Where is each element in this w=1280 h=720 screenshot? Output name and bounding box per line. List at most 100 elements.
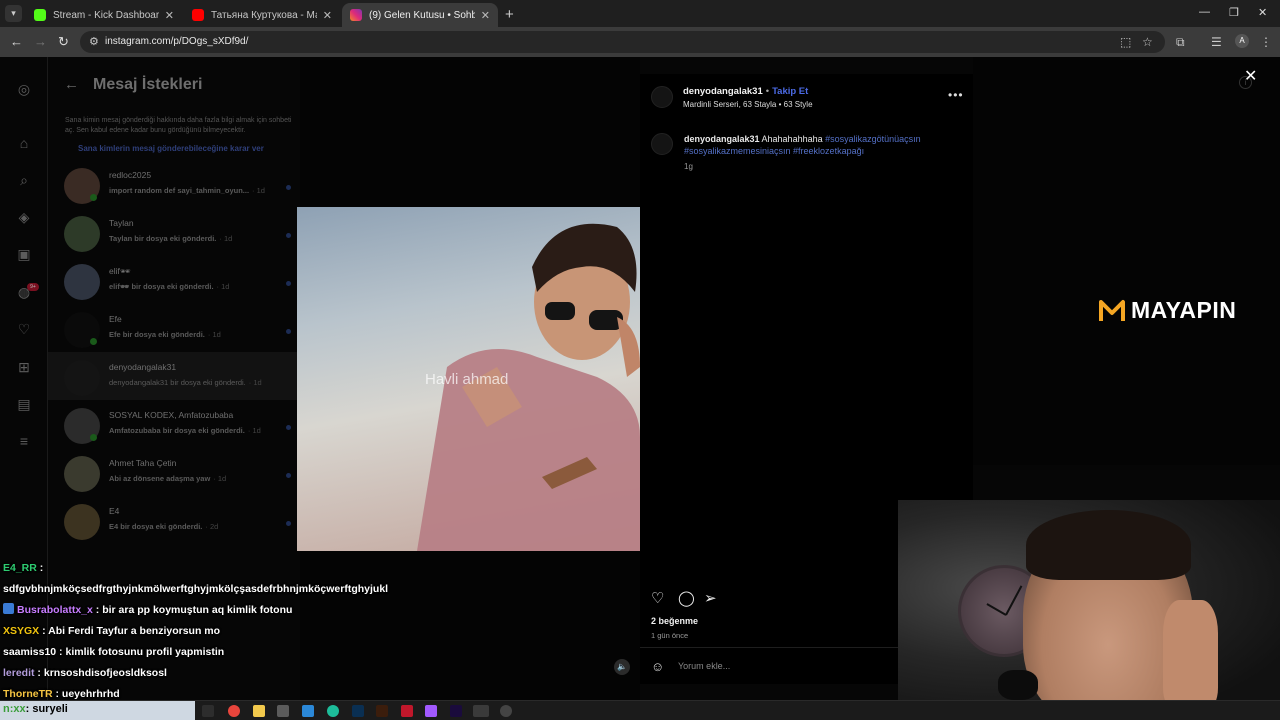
chat-username: Busrabolattx_x xyxy=(17,604,93,616)
chat-message: sdfgvbhnjmköçsedfrgthyjnkmölwerftghyjmkö… xyxy=(3,579,463,600)
request-time: · 1d xyxy=(252,186,265,195)
chat-message: leredit : krnsoshdisofjeosldksosl xyxy=(3,667,167,679)
webcam-overlay xyxy=(898,500,1280,720)
restore-icon[interactable]: ❐ xyxy=(1229,6,1239,19)
search-icon[interactable]: ⌕ xyxy=(16,172,32,189)
address-bar[interactable]: ⚙ instagram.com/p/DOgs_sXDf9d/ xyxy=(80,31,1165,53)
chat-username: saamiss10 xyxy=(3,646,57,658)
explore-icon[interactable]: ◈ xyxy=(16,209,32,226)
modal-backdrop-right[interactable] xyxy=(973,57,1280,465)
forward-icon[interactable]: → xyxy=(34,34,47,49)
photo-watermark: Havli ahmad xyxy=(425,371,509,388)
comment-icon[interactable]: ◯ xyxy=(678,589,695,607)
clock-hand xyxy=(1005,585,1023,616)
illustrator-icon[interactable] xyxy=(376,705,388,717)
like-count[interactable]: 2 beğenme xyxy=(651,616,698,626)
back-icon[interactable]: ← xyxy=(10,34,23,49)
heart-icon[interactable]: ♡ xyxy=(651,589,664,607)
minimize-icon[interactable]: — xyxy=(1199,6,1210,18)
caption-text: Ahahahahhaha xyxy=(759,134,826,144)
post-username[interactable]: denyodangalak31 xyxy=(683,86,763,97)
post-header: denyodangalak31 • Takip Et xyxy=(683,86,808,97)
install-app-icon[interactable]: ⬚ xyxy=(1120,35,1131,49)
profile-avatar[interactable]: A xyxy=(1235,34,1249,48)
request-name: redloc2025 xyxy=(109,170,152,180)
caption-username[interactable]: denyodangalak31 xyxy=(684,134,760,144)
follow-button[interactable]: Takip Et xyxy=(772,86,808,97)
back-arrow-icon[interactable]: ← xyxy=(64,76,79,93)
avatar xyxy=(64,504,100,540)
unread-dot xyxy=(286,185,291,190)
request-item[interactable]: redloc2025 import random def sayi_tahmin… xyxy=(48,160,300,208)
heart-icon[interactable]: ♡ xyxy=(16,321,32,338)
close-icon[interactable]: ✕ xyxy=(481,9,490,22)
browser-tab-bar: ▾ Stream - Kick Dashboard ✕ Татьяна Курт… xyxy=(0,0,1280,27)
app-icon[interactable] xyxy=(302,705,314,717)
message-control-link[interactable]: Sana kimlerin mesaj gönderebileceğine ka… xyxy=(78,144,264,153)
chrome-active-icon[interactable] xyxy=(473,705,489,717)
comment-input[interactable]: Yorum ekle... xyxy=(678,661,730,671)
chat-text: bir ara pp koymuştun aq kimlik fotonu xyxy=(102,604,293,616)
request-item[interactable]: elif🕶 elif🕶 bir dosya eki gönderdi. · 1d xyxy=(48,256,300,304)
browser-tab-youtube[interactable]: Татьяна Куртукова - Матушка ✕ xyxy=(184,3,340,27)
photoshop-icon[interactable] xyxy=(352,705,364,717)
chrome-icon[interactable] xyxy=(228,705,240,717)
extensions-icon[interactable]: ⧉ xyxy=(1176,35,1185,50)
obs-icon[interactable] xyxy=(500,705,512,717)
task-view-icon[interactable] xyxy=(202,705,214,717)
kick-icon xyxy=(34,9,46,21)
reload-icon[interactable]: ↻ xyxy=(58,34,69,50)
streamer-hand xyxy=(1163,600,1218,710)
more-icon[interactable]: ≡ xyxy=(16,433,32,449)
more-options-icon[interactable]: ••• xyxy=(948,88,964,102)
edge-icon[interactable] xyxy=(327,705,339,717)
emoji-icon[interactable]: ☺ xyxy=(651,659,664,674)
avatar[interactable] xyxy=(651,86,673,108)
reels-icon[interactable]: ▣ xyxy=(16,246,32,263)
tab-search-icon[interactable]: ▾ xyxy=(5,5,22,22)
browser-tab-kick[interactable]: Stream - Kick Dashboard ✕ xyxy=(26,3,182,27)
tab-title: Stream - Kick Dashboard xyxy=(53,9,159,21)
tab-title: Татьяна Куртукова - Матушка xyxy=(211,9,317,21)
dashboard-icon[interactable]: ▤ xyxy=(16,396,32,413)
post-photo[interactable]: Havli ahmad xyxy=(297,207,640,551)
reading-list-icon[interactable]: ☰ xyxy=(1211,35,1222,49)
share-icon[interactable]: ➢ xyxy=(704,589,717,607)
file-explorer-icon[interactable] xyxy=(253,705,265,717)
close-icon[interactable]: ✕ xyxy=(165,9,174,22)
browser-tab-instagram[interactable]: (9) Gelen Kutusu • Sohbetler ✕ xyxy=(342,3,498,27)
site-info-icon[interactable]: ⚙ xyxy=(89,35,99,48)
request-name: Taylan xyxy=(109,218,134,228)
request-item[interactable]: E4 E4 bir dosya eki gönderdi. · 2d xyxy=(48,496,300,544)
new-tab-button[interactable]: + xyxy=(505,6,514,23)
app-icon[interactable] xyxy=(425,705,437,717)
request-item[interactable]: Taylan Taylan bir dosya eki gönderdi. · 1… xyxy=(48,208,300,256)
browser-menu-icon[interactable]: ⋮ xyxy=(1260,35,1272,49)
bookmark-star-icon[interactable]: ☆ xyxy=(1142,35,1153,49)
avatar[interactable] xyxy=(651,133,673,155)
avatar xyxy=(64,264,100,300)
request-name: Efe xyxy=(109,314,122,324)
request-preview: import random def sayi_tahmin_oyun... xyxy=(109,186,250,195)
request-preview: Amfatozubaba bir dosya eki gönderdi. xyxy=(109,426,245,435)
request-item-selected[interactable]: denyodangalak31 denyodangalak31 bir dosy… xyxy=(48,352,300,400)
window-close-icon[interactable]: ✕ xyxy=(1258,6,1267,19)
request-item[interactable]: Efe Efe bir dosya eki gönderdi. · 1d xyxy=(48,304,300,352)
avatar xyxy=(64,360,100,396)
close-icon[interactable]: ✕ xyxy=(323,9,332,22)
post-subtitle[interactable]: Mardinli Serseri, 63 Stayla • 63 Style xyxy=(683,100,813,109)
request-item[interactable]: SOSYAL KODEX, Amfatozubaba Amfatozubaba … xyxy=(48,400,300,448)
home-icon[interactable]: ⌂ xyxy=(16,135,32,151)
app-icon[interactable] xyxy=(401,705,413,717)
request-item[interactable]: Ahmet Taha Çetin Abi az dönsene adaşma y… xyxy=(48,448,300,496)
logo-text: MAYAPIN xyxy=(1131,296,1237,323)
taskbar-search[interactable]: n:xx: suryeli xyxy=(0,701,195,720)
premiere-icon[interactable] xyxy=(450,705,462,717)
request-name: SOSYAL KODEX, Amfatozubaba xyxy=(109,410,234,420)
mute-icon[interactable]: 🔈 xyxy=(614,659,630,675)
caption-time: 1g xyxy=(684,162,693,171)
instagram-icon[interactable]: ◎ xyxy=(16,81,32,98)
app-icon[interactable] xyxy=(277,705,289,717)
close-icon[interactable]: ✕ xyxy=(1244,66,1257,86)
create-icon[interactable]: ⊞ xyxy=(16,359,32,376)
